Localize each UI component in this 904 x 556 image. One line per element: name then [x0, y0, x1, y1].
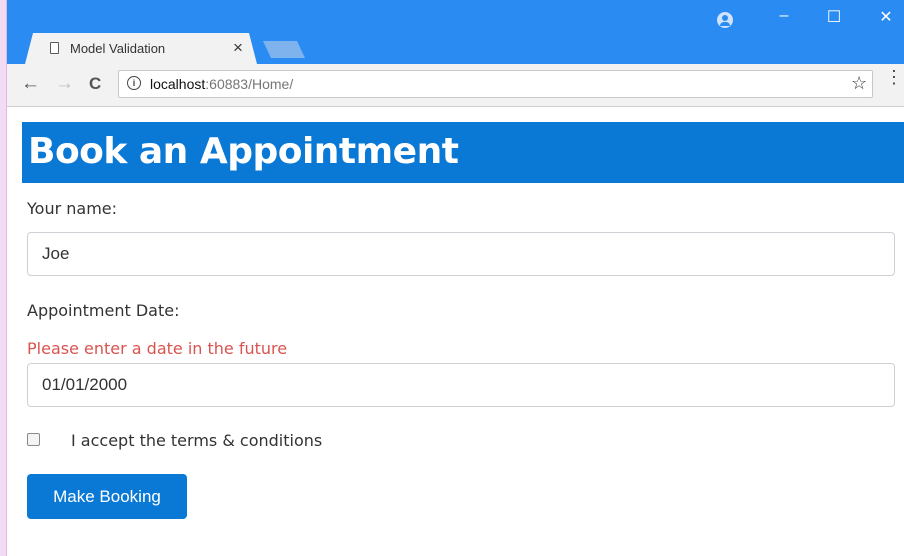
terms-label: I accept the terms & conditions: [71, 431, 323, 450]
reload-icon[interactable]: C: [89, 74, 101, 94]
maximize-icon[interactable]: ☐: [819, 7, 849, 27]
address-bar[interactable]: i localhost:60883/Home/ ☆: [118, 70, 873, 98]
page-header: Book an Appointment: [22, 122, 904, 183]
name-input[interactable]: [27, 232, 895, 276]
date-validation-error: Please enter a date in the future: [27, 339, 288, 358]
page-title: Book an Appointment: [28, 131, 459, 172]
forward-arrow-icon[interactable]: →: [55, 73, 74, 95]
info-icon[interactable]: i: [127, 76, 141, 90]
window-border: [0, 0, 7, 556]
tab-title: Model Validation: [70, 41, 166, 56]
close-window-icon[interactable]: ✕: [871, 7, 901, 27]
tab-close-icon[interactable]: ×: [233, 38, 243, 58]
date-label: Appointment Date:: [27, 301, 180, 320]
browser-titlebar: Model Validation × – ☐ ✕: [7, 0, 904, 64]
browser-tab[interactable]: Model Validation ×: [25, 33, 257, 64]
new-tab-button[interactable]: [263, 41, 305, 58]
page-icon: [50, 42, 59, 54]
bookmark-star-icon[interactable]: ☆: [851, 73, 867, 94]
name-label: Your name:: [27, 199, 118, 218]
minimize-icon[interactable]: –: [769, 7, 799, 25]
make-booking-button[interactable]: Make Booking: [27, 474, 187, 519]
terms-checkbox[interactable]: [27, 433, 40, 446]
profile-icon[interactable]: [717, 12, 733, 28]
menu-dots-icon[interactable]: ⋮: [885, 68, 903, 86]
back-arrow-icon[interactable]: ←: [21, 73, 40, 95]
url-path: :60883/Home/: [205, 76, 294, 92]
url-text: localhost:60883/Home/: [150, 76, 293, 92]
date-input[interactable]: [27, 363, 895, 407]
browser-toolbar: ← → C i localhost:60883/Home/ ☆ ⋮: [7, 64, 904, 107]
url-host: localhost: [150, 76, 206, 92]
